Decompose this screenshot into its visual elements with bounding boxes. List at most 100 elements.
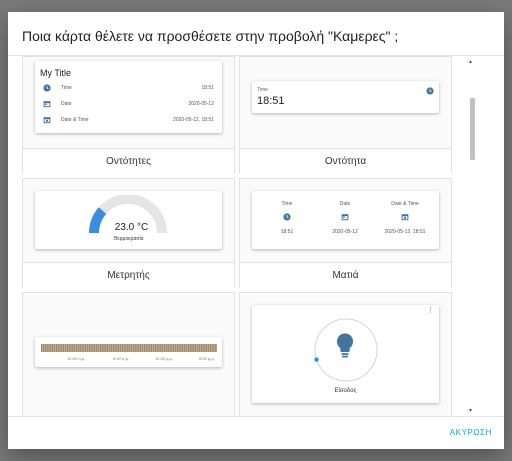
card-option-glance[interactable]: Time 18:51 Date 2020-05-12 Date & Time 2… [239,178,452,289]
history-state-segment [123,344,125,352]
history-state-segment [125,344,127,352]
more-options-icon[interactable]: ⋮ [427,307,434,314]
history-state-segment [178,344,180,352]
history-state-segment [130,344,131,352]
scroll-down-arrow[interactable]: ▾ [469,408,472,414]
entity-row: Date & Time 2020-05-12, 18:51 [41,115,216,127]
history-state-segment [75,344,76,352]
clock-icon [43,84,51,92]
history-state-segment [202,344,204,352]
axis-tick-label: 6:00 π.μ. [113,356,130,361]
history-state-segment [169,344,171,352]
history-state-segment [182,344,184,352]
lightbulb-icon[interactable] [331,329,359,361]
history-state-segment [132,344,133,352]
light-name: Είσοδος [334,388,357,394]
glance-item-name: Time [281,201,293,207]
calendar-icon [341,214,349,221]
glance-item-name: Date [339,201,351,207]
history-state-segment [119,344,120,352]
history-state-segment [204,344,206,352]
light-card-preview: ⋮ Είσοδος [252,305,439,403]
scroll-thumb[interactable] [470,98,475,160]
card-option-history-graph[interactable]: 12:00 π.μ. 6:00 π.μ. 12:00 μ.μ. 6:00 μ.μ… [22,292,235,416]
entity-row-name: Time [61,85,72,91]
history-state-segment [176,344,177,352]
history-state-segment [81,344,83,352]
history-axis: 12:00 π.μ. 6:00 π.μ. 12:00 μ.μ. 6:00 μ.μ… [41,356,217,362]
card-picker-dialog: Ποια κάρτα θέλετε να προσθέσετε στην προ… [8,12,504,449]
history-state-segment [143,344,144,352]
history-state-segment [163,344,164,352]
history-state-segment [105,344,107,352]
history-state-segment [86,344,87,352]
gauge-name: Θερμοκρασία [113,236,144,242]
history-state-segment [211,344,213,352]
history-state-segment [94,344,96,352]
history-state-segment [187,344,188,352]
calendar-icon [43,101,51,108]
card-option-entity[interactable]: Time 18:51 Οντότητα [239,56,452,175]
history-state-segment [48,344,50,352]
history-state-segment [99,344,100,352]
history-state-segment [70,344,72,352]
cancel-button[interactable]: ΑΚΥΡΩΣΗ [448,426,494,439]
history-state-segment [152,344,153,352]
axis-tick-label: 12:00 μ.μ. [155,356,173,361]
calendar-clock-icon [43,117,51,124]
glance-item-name: Date & Time [391,201,419,207]
history-state-segment [156,344,158,352]
calendar-clock-icon [401,214,409,221]
entity-row-name: Date & Time [61,117,89,123]
scroll-up-arrow[interactable]: ▴ [469,59,472,65]
scrollbar[interactable]: ▴ ▾ [468,56,476,416]
history-state-segment [167,344,169,352]
glance-item-value: 18:51 [280,229,294,235]
glance-card-preview: Time 18:51 Date 2020-05-12 Date & Time 2… [252,191,439,249]
history-state-segment [149,344,151,352]
history-state-segment [215,344,217,352]
history-state-segment [196,344,197,352]
history-state-segment [147,344,149,352]
card-grid[interactable]: My Title Time 18:51 Date 2020-05-12 Date… [8,56,504,416]
history-state-segment [72,344,74,352]
history-state-segment [50,344,52,352]
card-option-gauge[interactable]: 23.0 °C Θερμοκρασία Μετρητής [22,178,235,289]
card-option-entities[interactable]: My Title Time 18:51 Date 2020-05-12 Date… [22,56,235,175]
entity-card-name: Time [257,87,268,93]
history-state-segment [101,344,103,352]
history-state-segment [92,344,94,352]
history-state-segment [145,344,147,352]
gauge-card-preview: 23.0 °C Θερμοκρασία [35,191,222,249]
entity-row-value: 2020-05-12 [188,101,214,107]
history-state-segment [114,344,116,352]
entity-row-name: Date [61,101,72,107]
glance-item: Time 18:51 [258,191,316,249]
history-state-segment [66,344,67,352]
history-state-segment [108,344,109,352]
history-state-segment [134,344,136,352]
history-state-segment [53,344,54,352]
history-state-segment [154,344,155,352]
history-state-segment [121,344,122,352]
history-state-segment [171,344,173,352]
history-state-segment [207,344,208,352]
entities-card-title: My Title [40,68,72,78]
history-state-segment [88,344,89,352]
history-state-segment [97,344,98,352]
card-option-label: Οντότητες [23,148,234,175]
history-state-segment [57,344,59,352]
history-state-segment [55,344,56,352]
history-state-segment [180,344,182,352]
history-state-segment [46,344,48,352]
history-state-segment [103,344,105,352]
history-state-segment [174,344,175,352]
card-option-light[interactable]: ⋮ Είσοδος [239,292,452,416]
history-state-segment [141,344,142,352]
card-option-label: Οντότητα [240,148,451,175]
history-state-segment [136,344,138,352]
entity-card-preview: Time 18:51 [252,81,439,113]
footer-divider [8,416,504,417]
history-state-segment [79,344,81,352]
history-state-segment [138,344,140,352]
